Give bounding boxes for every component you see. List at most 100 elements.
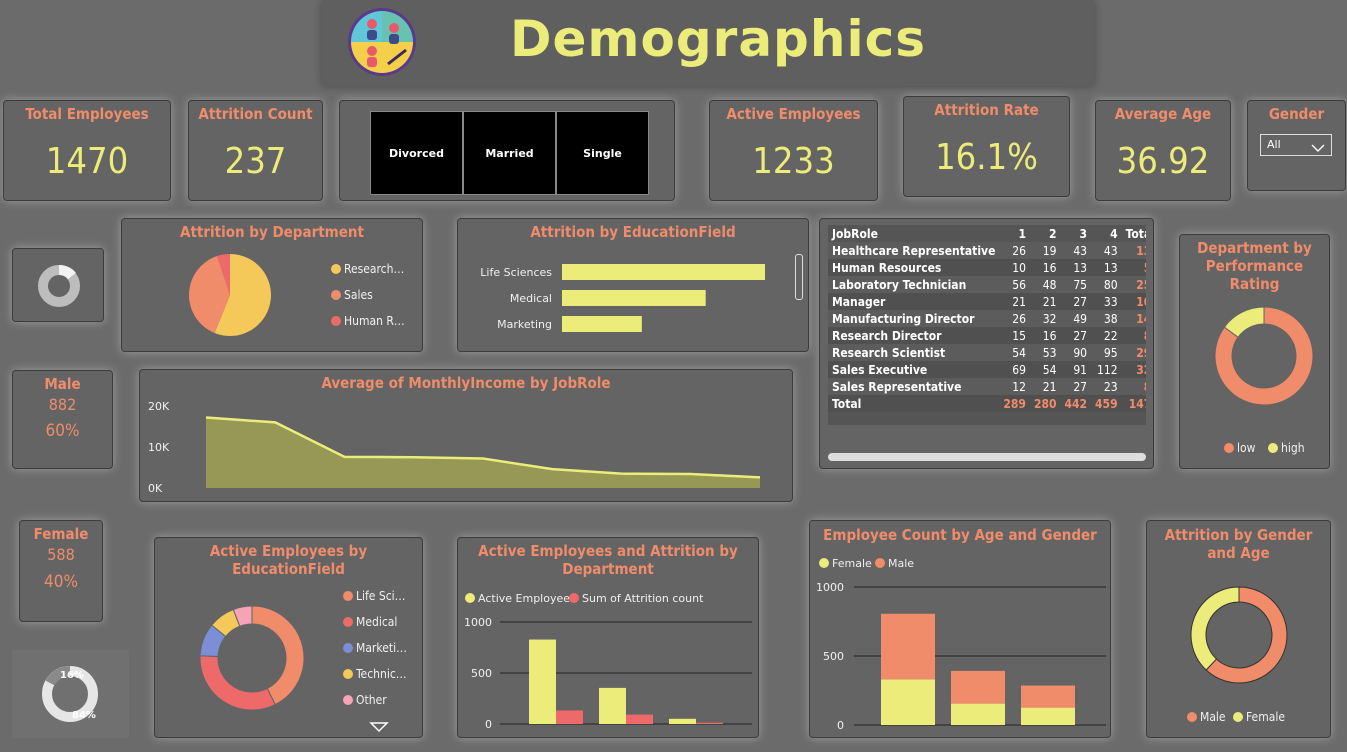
- table-cell: 23: [1103, 379, 1118, 394]
- category-label: Medical: [510, 292, 552, 305]
- legend-marker: [343, 591, 353, 601]
- column-header[interactable]: 3: [1061, 225, 1092, 242]
- bar: [529, 639, 556, 724]
- bar: [562, 264, 765, 280]
- horizontal-scrollbar[interactable]: [828, 453, 1146, 461]
- gender-filter-label: Gender: [1268, 105, 1325, 123]
- y-tick-label: 20K: [148, 400, 170, 413]
- people-circle-icon: [346, 6, 418, 78]
- y-tick-label: 500: [823, 650, 844, 663]
- bar: [562, 316, 642, 332]
- table-cell: 38: [1103, 311, 1118, 326]
- slice-medical: [199, 655, 276, 711]
- table-cell: 56: [1012, 277, 1026, 292]
- table-cell: 43: [1103, 243, 1118, 258]
- active-and-attrition-card: Active Employees and Attrition by Depart…: [457, 537, 759, 738]
- legend-marker: [1268, 443, 1278, 453]
- average-age-card: Average Age 36.92: [1095, 100, 1231, 201]
- legend-label: Sum of Attrition count: [582, 592, 704, 605]
- donut-label-large: 84%: [72, 710, 96, 721]
- row-label: Healthcare Representative: [832, 243, 996, 258]
- table-cell: 54: [1012, 345, 1026, 360]
- y-tick-label: 0: [837, 719, 844, 732]
- slicer-option-married[interactable]: Married: [463, 111, 556, 195]
- marital-status-slicer: Divorced Married Single: [339, 100, 675, 201]
- page-title: Demographics: [510, 10, 926, 68]
- table-cell: 90: [1073, 345, 1088, 360]
- table-cell: 19: [1042, 243, 1057, 258]
- row-label: Manufacturing Director: [832, 311, 975, 326]
- scroll-down-icon[interactable]: [369, 718, 389, 737]
- gender-dropdown[interactable]: All: [1260, 134, 1332, 156]
- female-card: Female 588 40%: [19, 520, 103, 622]
- male-label: Male: [44, 375, 81, 393]
- table-row: Sales Executive 69 54 91 112 32: [828, 361, 1146, 378]
- table-cell: 26: [1012, 311, 1026, 326]
- bar: [696, 722, 723, 724]
- table-row: Sales Representative 12 21 27 23 8: [828, 378, 1146, 395]
- slicer-option-divorced[interactable]: Divorced: [370, 111, 463, 195]
- column-header[interactable]: 4: [1091, 225, 1122, 242]
- bar: [669, 718, 696, 724]
- bar-segment: [881, 679, 935, 725]
- legend-label: Technic…: [356, 667, 407, 681]
- scrollbar[interactable]: [795, 254, 803, 300]
- table-cell: 16: [1042, 260, 1057, 275]
- legend-marker: [1233, 712, 1243, 722]
- row-label: Total: [832, 396, 862, 411]
- table-cell: 27: [1073, 328, 1088, 343]
- row-label: Manager: [832, 294, 886, 309]
- column-header[interactable]: JobRole: [828, 225, 999, 242]
- table-cell: 13: [1136, 243, 1146, 258]
- table-cell: 442: [1064, 396, 1088, 411]
- row-label: Sales Executive: [832, 362, 928, 377]
- legend-marker: [343, 643, 353, 653]
- y-tick-label: 1000: [464, 616, 492, 629]
- table-cell: 25: [1136, 277, 1146, 292]
- legend-label: Other: [356, 693, 387, 707]
- bar: [626, 714, 653, 724]
- attrition-rate-card: Attrition Rate 16.1%: [903, 96, 1070, 197]
- legend-label: Human R…: [344, 314, 405, 328]
- table-cell: 16: [1042, 328, 1057, 343]
- attrition-gender-age-donut: [1190, 586, 1288, 684]
- table-cell: 48: [1042, 277, 1057, 292]
- table-cell: 53: [1042, 345, 1057, 360]
- kpi-value: 16.1%: [935, 137, 1038, 178]
- bar: [556, 710, 583, 724]
- kpi-label: Average Age: [1114, 105, 1212, 123]
- bar-segment: [951, 670, 1005, 704]
- bar: [562, 290, 706, 306]
- bar-segment: [1021, 685, 1075, 708]
- category-label: Life Sciences: [480, 266, 552, 279]
- slicer-option-single[interactable]: Single: [556, 111, 649, 195]
- row-label: Research Scientist: [832, 345, 946, 360]
- legend-marker: [343, 669, 353, 679]
- bar: [599, 687, 626, 724]
- table-cell: 14: [1136, 311, 1146, 326]
- column-header[interactable]: 1: [999, 225, 1030, 242]
- legend-label: Medical: [356, 615, 398, 629]
- table-cell: 12: [1012, 379, 1026, 394]
- y-tick-label: 10K: [148, 441, 170, 454]
- table-cell: 49: [1073, 311, 1088, 326]
- male-count: 882: [48, 395, 77, 414]
- total-row: Total 289 280 442 459 147: [828, 395, 1146, 412]
- legend-item: Marketi…: [343, 641, 407, 655]
- table-cell: 147: [1128, 396, 1146, 411]
- table-cell: 54: [1042, 362, 1057, 377]
- table-cell: 32: [1042, 311, 1057, 326]
- ring-mini-card: [12, 248, 104, 322]
- legend-marker: [819, 558, 829, 568]
- table-cell: 33: [1103, 294, 1118, 309]
- jobrole-table-card: JobRole1234Tota Healthcare Representativ…: [819, 218, 1154, 469]
- legend-item: Other: [343, 693, 387, 707]
- table-cell: 10: [1012, 260, 1026, 275]
- column-header[interactable]: 2: [1030, 225, 1061, 242]
- attrition-count-card: Attrition Count 237: [188, 100, 323, 201]
- table-cell: 289: [1003, 396, 1026, 411]
- table-cell: 32: [1136, 362, 1146, 377]
- table-cell: 22: [1103, 328, 1118, 343]
- column-header[interactable]: Tota: [1122, 225, 1146, 242]
- attrition-gender-age-card: Attrition by Gender and Age Male Female: [1146, 520, 1331, 738]
